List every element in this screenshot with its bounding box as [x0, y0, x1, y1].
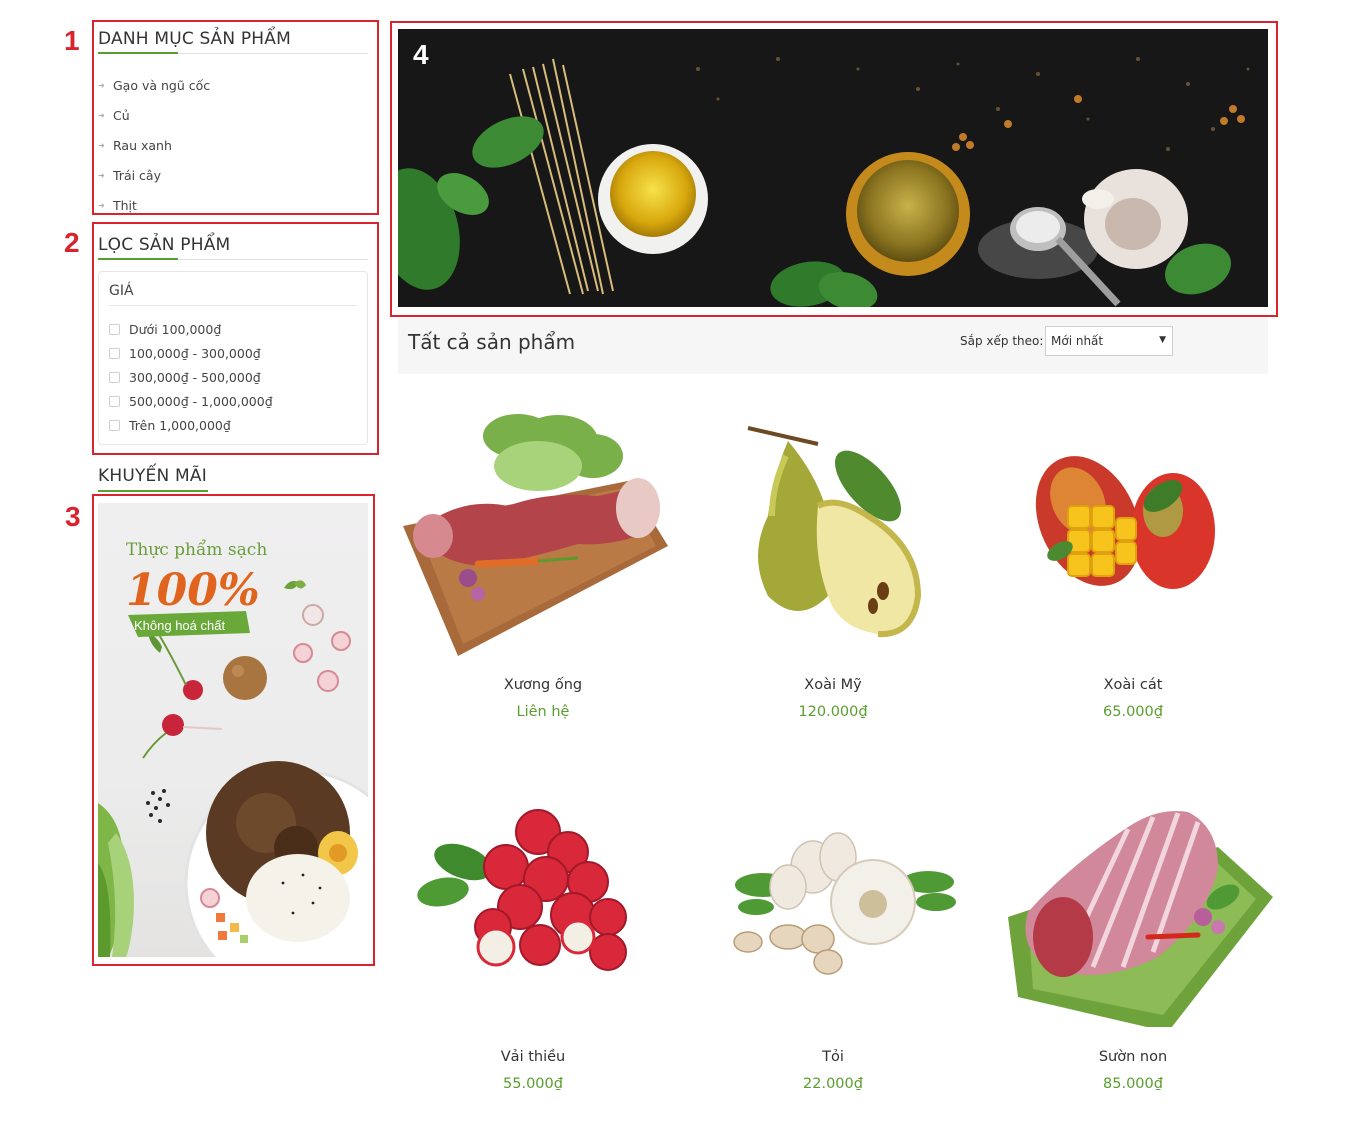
pepper-seeds-icon	[146, 789, 170, 823]
sort-select-value: Mới nhất	[1051, 334, 1104, 348]
arrow-right-icon: ➜	[98, 170, 105, 180]
annotation-number-4: 4	[413, 39, 429, 70]
lychee-image[interactable]	[388, 767, 678, 1027]
category-item-tubers[interactable]: ➜ Củ	[98, 100, 368, 130]
category-item-greens[interactable]: ➜ Rau xanh	[98, 130, 368, 160]
arrow-right-icon: ➜	[98, 200, 105, 210]
product-name[interactable]: Xoài cát	[988, 677, 1278, 693]
promotion-percent: 100%	[126, 565, 260, 616]
bok-choy-icon	[98, 803, 134, 957]
product-price: Liên hệ	[516, 704, 570, 720]
hero-banner[interactable]: 4	[398, 29, 1268, 307]
product-card[interactable]: Xoài Mỹ 120.000₫	[688, 396, 978, 736]
product-price: 65.000₫	[1103, 704, 1163, 720]
mango-image[interactable]	[988, 396, 1278, 656]
product-price: 120.000₫	[798, 704, 868, 720]
product-price: 22.000₫	[803, 1076, 863, 1092]
annotation-number-2: 2	[64, 227, 80, 258]
category-item-label: Trái cây	[113, 167, 161, 183]
checkbox[interactable]	[109, 323, 120, 335]
hero-banner-illustration: 4	[398, 29, 1268, 307]
category-item-label: Rau xanh	[113, 137, 172, 153]
garlic-image[interactable]	[688, 767, 978, 1027]
promotion-tagline: Không hoá chất	[134, 618, 225, 633]
price-filter-option-label: Dưới 100,000₫	[129, 321, 222, 337]
sort-select[interactable]: Mới nhất ▼	[1045, 326, 1173, 356]
category-item-rice-grains[interactable]: ➜ Gạo và ngũ cốc	[98, 70, 368, 100]
checkbox[interactable]	[109, 419, 120, 431]
checkbox[interactable]	[109, 371, 120, 383]
sort-label: Sắp xếp theo:	[960, 334, 1044, 348]
pesto-bowl-icon	[846, 152, 970, 276]
price-filter-option[interactable]: 500,000₫ - 1,000,000₫	[109, 389, 273, 413]
price-filter-options: Dưới 100,000₫ 100,000₫ - 300,000₫ 300,00…	[109, 317, 273, 437]
onion-icon	[223, 656, 267, 700]
product-list-toolbar: Tất cả sản phẩm Sắp xếp theo: Mới nhất ▼	[398, 318, 1268, 374]
price-filter-panel: GIÁ Dưới 100,000₫ 100,000₫ - 300,000₫ 30…	[98, 271, 368, 445]
category-title-accent	[98, 52, 178, 54]
price-filter-divider	[109, 305, 357, 306]
filter-section-title: LỌC SẢN PHẨM	[98, 235, 231, 255]
price-filter-option-label: Trên 1,000,000₫	[129, 417, 231, 433]
arrow-right-icon: ➜	[98, 110, 105, 120]
product-card[interactable]: Vải thiều 55.000₫	[388, 767, 678, 1107]
arrow-right-icon: ➜	[98, 80, 105, 90]
category-item-fruits[interactable]: ➜ Trái cây	[98, 160, 368, 190]
promotion-headline: Thực phẩm sạch	[126, 540, 267, 560]
category-section-title: DANH MỤC SẢN PHẨM	[98, 29, 291, 49]
caret-down-icon: ▼	[1159, 335, 1166, 345]
price-filter-option[interactable]: 300,000₫ - 500,000₫	[109, 365, 273, 389]
food-plate-icon	[184, 761, 368, 957]
price-filter-option[interactable]: Trên 1,000,000₫	[109, 413, 273, 437]
product-name[interactable]: Xoài Mỹ	[688, 677, 978, 693]
product-name[interactable]: Tỏi	[688, 1049, 978, 1065]
beef-bone-image[interactable]	[398, 396, 688, 656]
price-filter-option[interactable]: 100,000₫ - 300,000₫	[109, 341, 273, 365]
product-name[interactable]: Sườn non	[988, 1049, 1278, 1065]
product-name[interactable]: Xương ống	[398, 677, 688, 693]
checkbox[interactable]	[109, 347, 120, 359]
promotion-title-accent	[98, 490, 208, 492]
category-list: ➜ Gạo và ngũ cốc ➜ Củ ➜ Rau xanh ➜ Trái cây …	[98, 70, 368, 220]
annotation-number-3: 3	[65, 501, 81, 532]
category-item-label: Thịt	[113, 197, 137, 213]
product-card[interactable]: Xoài cát 65.000₫	[988, 396, 1278, 736]
product-price: 55.000₫	[503, 1076, 563, 1092]
checkbox[interactable]	[109, 395, 120, 407]
product-name[interactable]: Vải thiều	[388, 1049, 678, 1065]
filter-title-accent	[98, 258, 178, 260]
pear-image[interactable]	[688, 396, 978, 656]
promotion-section-title: KHUYẾN MÃI	[98, 466, 207, 486]
price-filter-option-label: 500,000₫ - 1,000,000₫	[129, 393, 273, 409]
page-title: Tất cả sản phẩm	[408, 330, 576, 354]
promotion-banner[interactable]: Thực phẩm sạch 100% Không hoá chất	[98, 503, 368, 957]
radish-icon	[142, 632, 223, 759]
price-filter-option-label: 300,000₫ - 500,000₫	[129, 369, 261, 385]
promotion-illustration: Thực phẩm sạch 100% Không hoá chất	[98, 540, 368, 957]
annotation-number-1: 1	[64, 25, 80, 56]
olive-oil-bowl-icon	[598, 144, 708, 254]
category-item-label: Củ	[113, 107, 130, 123]
price-filter-heading: GIÁ	[109, 283, 134, 299]
arrow-right-icon: ➜	[98, 140, 105, 150]
category-item-label: Gạo và ngũ cốc	[113, 77, 211, 93]
price-filter-option[interactable]: Dưới 100,000₫	[109, 317, 273, 341]
pork-ribs-image[interactable]	[988, 767, 1278, 1027]
product-card[interactable]: Sườn non 85.000₫	[988, 767, 1278, 1107]
product-card[interactable]: Xương ống Liên hệ	[398, 396, 688, 736]
category-item-meat[interactable]: ➜ Thịt	[98, 190, 368, 220]
product-price: 85.000₫	[1103, 1076, 1163, 1092]
price-filter-option-label: 100,000₫ - 300,000₫	[129, 345, 261, 361]
product-card[interactable]: Tỏi 22.000₫	[688, 767, 978, 1107]
radish-slices-icon	[284, 580, 351, 692]
